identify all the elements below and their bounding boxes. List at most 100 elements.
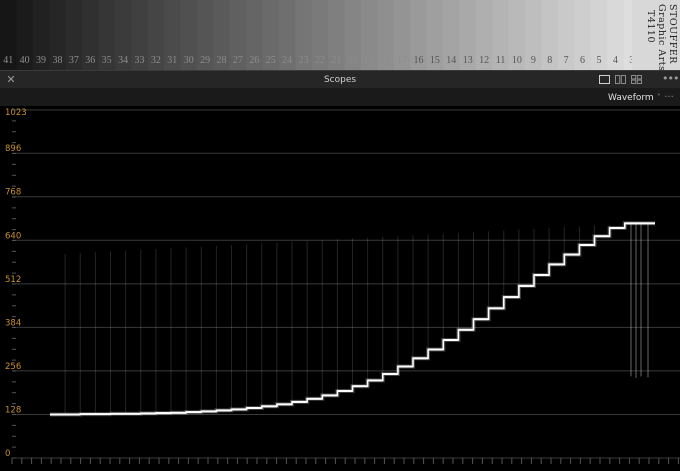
waveform-step: [186, 411, 202, 414]
quad-view-icon[interactable]: [631, 75, 642, 84]
waveform-scope: 01282563845126407688961023: [0, 106, 680, 471]
waveform-step: [518, 284, 534, 287]
waveform-step: [231, 408, 247, 411]
waveform-step: [367, 379, 383, 382]
patch-number: 40: [20, 55, 30, 66]
waveform-step: [322, 394, 338, 397]
waveform-step: [276, 403, 292, 406]
waveform-step: [534, 274, 550, 276]
card-line-3: T4110: [645, 10, 656, 44]
waveform-step: [639, 222, 655, 225]
patch-number: 19: [364, 55, 374, 66]
patch-number: 41: [3, 55, 13, 66]
scope-type-bar: Waveform ˅ ···: [0, 89, 680, 106]
waveform-step: [443, 339, 459, 341]
waveform-step: [50, 413, 66, 416]
waveform-step: [352, 385, 368, 388]
patch-number: 12: [479, 55, 489, 66]
waveform-step: [292, 400, 308, 403]
patch-number: 36: [85, 55, 95, 66]
y-tick-label: 0: [5, 449, 10, 459]
patch-number: 35: [102, 55, 112, 66]
waveform-step: [564, 253, 580, 256]
waveform-step: [95, 413, 111, 416]
y-tick-label: 128: [5, 405, 21, 415]
y-tick-label: 640: [5, 231, 21, 241]
waveform-step: [337, 390, 353, 392]
more-options-icon[interactable]: •••: [662, 72, 679, 87]
patch-number: 5: [596, 55, 601, 66]
patch-number: 25: [266, 55, 276, 66]
waveform-step: [594, 235, 610, 238]
waveform-step: [155, 412, 171, 415]
patch-number: 38: [52, 55, 62, 66]
waveform-step: [80, 413, 96, 416]
patch-number: 28: [217, 55, 227, 66]
waveform-step: [201, 410, 217, 413]
waveform-step: [382, 373, 398, 375]
waveform-step: [488, 307, 504, 310]
y-tick-label: 896: [5, 144, 21, 154]
waveform-step: [609, 227, 625, 229]
dual-view-icon[interactable]: [615, 75, 626, 84]
patch-number: 13: [463, 55, 473, 66]
single-view-icon[interactable]: [599, 75, 610, 84]
grayscale-patches: 41 40 39 38 37 36 35 34 33 32 31 30 29 28 27 26 25 24 23 22…: [0, 0, 640, 70]
patch-number: 27: [233, 55, 243, 66]
y-tick-label: 384: [5, 318, 21, 328]
patch-number: 22: [315, 55, 325, 66]
patch-number: 32: [151, 55, 161, 66]
waveform-step: [216, 409, 232, 412]
waveform-step: [458, 328, 474, 331]
patch-number: 10: [512, 55, 522, 66]
patch-number: 29: [200, 55, 210, 66]
waveform-step: [549, 263, 565, 266]
waveform-step: [110, 412, 126, 415]
patch-number: 21: [331, 55, 341, 66]
patch-number: 18: [381, 55, 391, 66]
waveform-step: [503, 296, 519, 299]
patch-number: 20: [348, 55, 358, 66]
waveform-step: [246, 407, 262, 409]
waveform-step: [125, 412, 141, 415]
panel-title: Scopes: [323, 75, 357, 85]
close-icon[interactable]: ✕: [4, 72, 18, 87]
scope-type-dropdown[interactable]: Waveform ˅: [608, 90, 661, 105]
patch-number: 8: [547, 55, 552, 66]
waveform-step: [171, 411, 187, 414]
waveform-step: [261, 405, 277, 408]
patch-number: 6: [580, 55, 585, 66]
card-line-1: STOUFFER: [667, 4, 678, 64]
patch-number: 7: [564, 55, 569, 66]
patch-number: 17: [397, 55, 407, 66]
waveform-step: [413, 357, 429, 360]
patch-number: 31: [167, 55, 177, 66]
waveform-step: [140, 412, 156, 415]
y-tick-label: 768: [5, 188, 21, 198]
waveform-step: [307, 397, 323, 400]
patch-number: 24: [282, 55, 292, 66]
patch-number: 39: [36, 55, 46, 66]
waveform-step: [65, 413, 81, 416]
waveform-step: [428, 348, 444, 351]
patch-number: 33: [134, 55, 144, 66]
chart-label-card: STOUFFER Graphic Arts T4110: [632, 0, 680, 70]
waveform-step: [473, 318, 489, 321]
patch-number: 16: [413, 55, 423, 66]
waveform-step: [624, 222, 640, 225]
waveform-step: [579, 244, 595, 246]
scope-options-icon[interactable]: ···: [663, 90, 675, 105]
patch-number: 34: [118, 55, 128, 66]
y-tick-label: 512: [5, 275, 21, 285]
grayscale-chart-strip: 41 40 39 38 37 36 35 34 33 32 31 30 29 28 27 26 25 24 23 22…: [0, 0, 680, 70]
scope-type-label: Waveform: [608, 93, 654, 103]
card-line-2: Graphic Arts: [656, 4, 667, 70]
patch-number: 11: [496, 55, 506, 66]
patch-number: 9: [531, 55, 536, 66]
patch-number: 23: [299, 55, 309, 66]
patch-number: 37: [69, 55, 79, 66]
patch-number: 30: [184, 55, 194, 66]
chevron-down-icon: ˅: [656, 93, 661, 102]
patch-number: 26: [249, 55, 259, 66]
scopes-panel-header: ✕ Scopes •••: [0, 70, 680, 89]
